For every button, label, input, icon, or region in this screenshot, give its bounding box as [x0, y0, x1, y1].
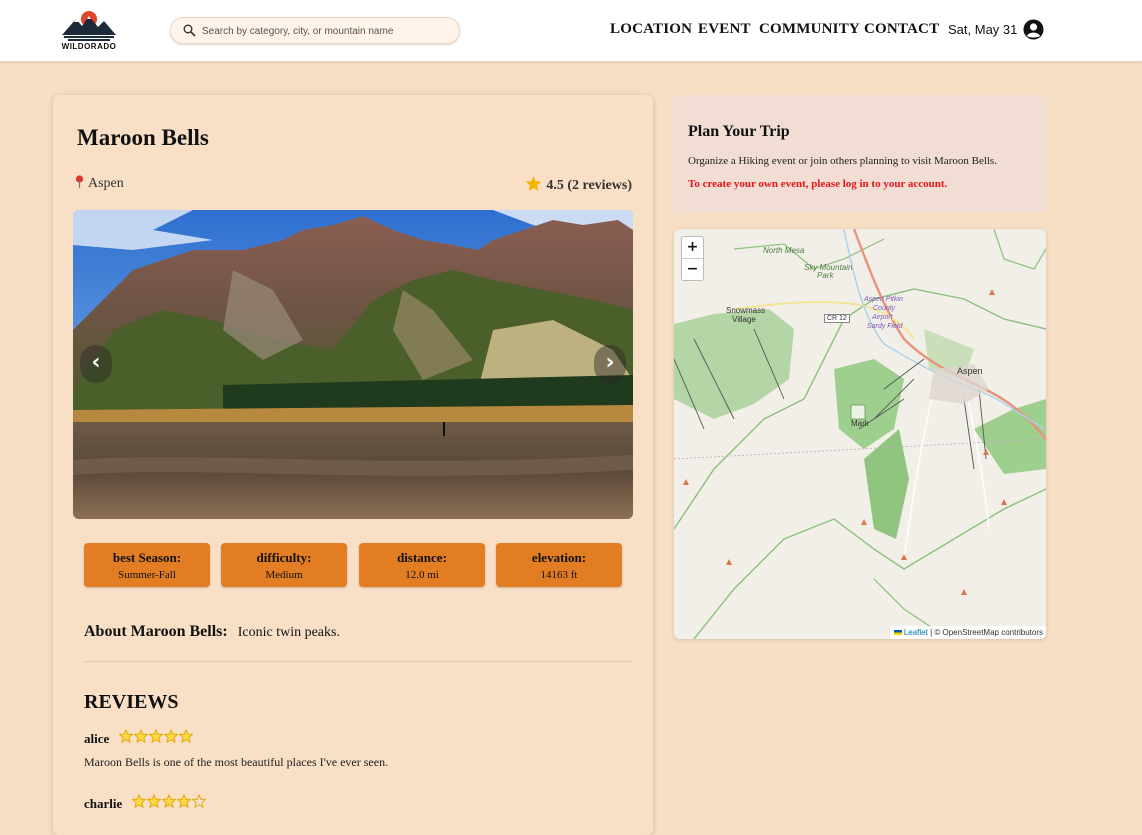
star-filled-icon: [161, 793, 177, 809]
location-row: Aspen: [75, 175, 124, 192]
stat-value: Medium: [265, 569, 303, 581]
nav-community[interactable]: COMMUNITY: [759, 21, 860, 38]
map-label-airport-line3: Airport: [872, 314, 893, 321]
top-navbar: WILDORADO LOCATION EVENT COMMUNITY CONTA…: [0, 0, 1142, 62]
location-map[interactable]: North Mesa Sky Mountain Park Snowmass Vi…: [674, 229, 1046, 639]
stat-label: distance:: [397, 550, 447, 565]
about-section: About Maroon Bells: Iconic twin peaks.: [84, 623, 340, 641]
stat-label: best Season:: [112, 550, 182, 565]
carousel-prev-button[interactable]: ‹: [80, 345, 112, 383]
stat-difficulty: difficulty: Medium: [221, 543, 347, 587]
stat-distance: distance: 12.0 mi: [359, 543, 485, 587]
search-bar[interactable]: [170, 17, 460, 44]
review-stars: [131, 793, 207, 813]
map-label-airport-line2: County: [873, 305, 896, 312]
about-label: About Maroon Bells:: [84, 623, 228, 640]
map-label-cr12: CR 12: [824, 314, 850, 323]
photo-carousel: ‹ ›: [73, 210, 633, 519]
star-filled-icon: [178, 728, 194, 744]
rating-text: 4.5 (2 reviews): [546, 178, 632, 193]
carousel-next-button[interactable]: ›: [594, 345, 626, 383]
map-attribution: Leaflet | © OpenStreetMap contributors: [889, 626, 1046, 639]
map-marker-label[interactable]: Mark: [851, 419, 869, 428]
wildorado-logo[interactable]: WILDORADO: [60, 9, 118, 53]
star-filled-icon: [146, 793, 162, 809]
map-label-village: Village: [732, 315, 756, 324]
rating-summary: 4.5 (2 reviews): [525, 175, 632, 194]
star-icon: [526, 176, 542, 191]
stat-label: elevation:: [531, 550, 587, 565]
star-filled-icon: [163, 728, 179, 744]
reviews-heading: REVIEWS: [84, 691, 179, 713]
nav-contact[interactable]: CONTACT: [864, 21, 939, 38]
place-detail-card: Maroon Bells Aspen 4.5 (2 reviews) ‹ › b…: [53, 95, 653, 835]
zoom-out-button[interactable]: −: [682, 259, 703, 280]
zoom-in-button[interactable]: +: [682, 237, 703, 259]
review-username: charlie: [84, 795, 123, 811]
map-zoom-controls: + −: [681, 236, 704, 281]
review-item: alice Maroon Bells is one of the most be…: [84, 728, 624, 770]
stat-best-season: best Season: Summer-Fall: [84, 543, 210, 587]
current-date: Sat, May 31: [948, 22, 1018, 37]
review-text: Maroon Bells is one of the most beautifu…: [84, 755, 389, 769]
plan-trip-card: Plan Your Trip Organize a Hiking event o…: [673, 95, 1046, 213]
star-filled-icon: [176, 793, 192, 809]
map-tiles[interactable]: [674, 229, 1046, 639]
user-account-icon[interactable]: [1023, 19, 1044, 40]
logo-text: WILDORADO: [61, 42, 117, 51]
star-filled-icon: [118, 728, 134, 744]
map-label-snowmass: Snowmass: [726, 306, 766, 315]
map-label-aspen: Aspen: [957, 366, 983, 376]
review-username: alice: [84, 730, 110, 746]
stat-label: difficulty:: [256, 550, 312, 565]
nav-event[interactable]: EVENT: [698, 21, 751, 38]
search-input[interactable]: [200, 21, 454, 41]
stat-value: 14163 ft: [540, 569, 578, 581]
maroon-bells-photo: [73, 210, 633, 519]
search-icon: [183, 24, 196, 37]
star-outline-icon: [191, 793, 207, 809]
about-text: Iconic twin peaks.: [237, 625, 340, 640]
ukraine-flag-icon: [893, 630, 902, 635]
nav-location[interactable]: LOCATION: [610, 21, 692, 38]
review-stars: [118, 728, 194, 748]
login-prompt[interactable]: To create your own event, please log in …: [688, 178, 947, 190]
plan-description: Organize a Hiking event or join others p…: [688, 155, 997, 167]
star-filled-icon: [131, 793, 147, 809]
star-filled-icon: [148, 728, 164, 744]
place-title: Maroon Bells: [77, 125, 209, 150]
map-label-north-mesa: North Mesa: [763, 246, 805, 255]
section-divider: [84, 661, 632, 662]
map-label-airport-line4: Sardy Field: [867, 323, 903, 330]
mountain-logo-icon: [62, 11, 116, 41]
location-name: Aspen: [88, 176, 124, 191]
map-label-park: Park: [817, 271, 834, 280]
star-filled-icon: [133, 728, 149, 744]
stat-value: 12.0 mi: [405, 569, 439, 581]
stat-value: Summer-Fall: [118, 569, 176, 581]
stat-elevation: elevation: 14163 ft: [496, 543, 622, 587]
location-pin-icon: [75, 175, 84, 188]
leaflet-link[interactable]: Leaflet: [904, 628, 928, 637]
review-item: charlie: [84, 793, 624, 820]
osm-attribution: | © OpenStreetMap contributors: [930, 628, 1043, 637]
plan-title: Plan Your Trip: [688, 123, 790, 140]
map-label-airport-line1: Aspen Pitkin: [864, 296, 903, 303]
